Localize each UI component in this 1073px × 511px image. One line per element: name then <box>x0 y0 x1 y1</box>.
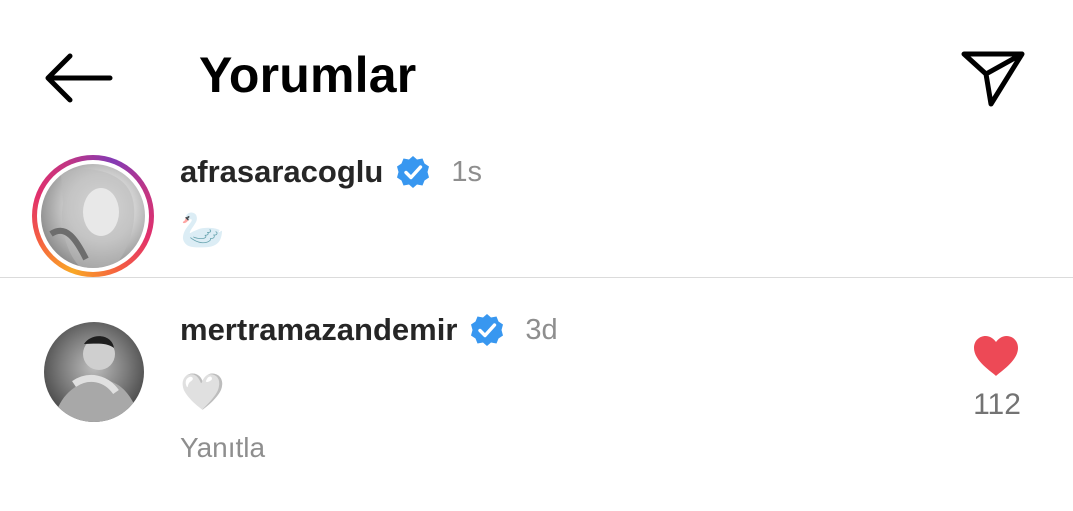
caption-comment: afrasaracoglu 1s 🦢 <box>0 150 1073 278</box>
verified-badge-icon <box>397 156 430 188</box>
back-button[interactable] <box>40 48 116 108</box>
comment-text: 🤍 <box>180 371 225 412</box>
comments-header: Yorumlar <box>0 0 1073 150</box>
verified-badge-icon <box>471 314 504 346</box>
share-button[interactable] <box>958 44 1028 110</box>
avatar-photo <box>41 164 145 268</box>
comment-timestamp: 1s <box>451 155 482 188</box>
like-count: 112 <box>973 388 1021 421</box>
comment-header: mertramazandemir 3d <box>180 312 558 348</box>
paper-plane-icon <box>961 51 1025 107</box>
avatar[interactable] <box>44 322 144 422</box>
reply-button[interactable]: Yanıtla <box>180 432 265 464</box>
comment-text: 🦢 <box>180 209 225 250</box>
like-button[interactable] <box>972 334 1020 378</box>
comment-timestamp: 3d <box>525 313 558 346</box>
page-title: Yorumlar <box>199 47 417 103</box>
comment-header: afrasaracoglu 1s <box>180 154 482 190</box>
username[interactable]: mertramazandemir <box>180 312 457 348</box>
avatar[interactable] <box>32 155 154 277</box>
comment-item: mertramazandemir 3d 🤍 Yanıtla 112 <box>0 278 1073 511</box>
arrow-left-icon <box>45 53 113 103</box>
heart-filled-icon <box>974 336 1018 376</box>
username[interactable]: afrasaracoglu <box>180 154 383 190</box>
